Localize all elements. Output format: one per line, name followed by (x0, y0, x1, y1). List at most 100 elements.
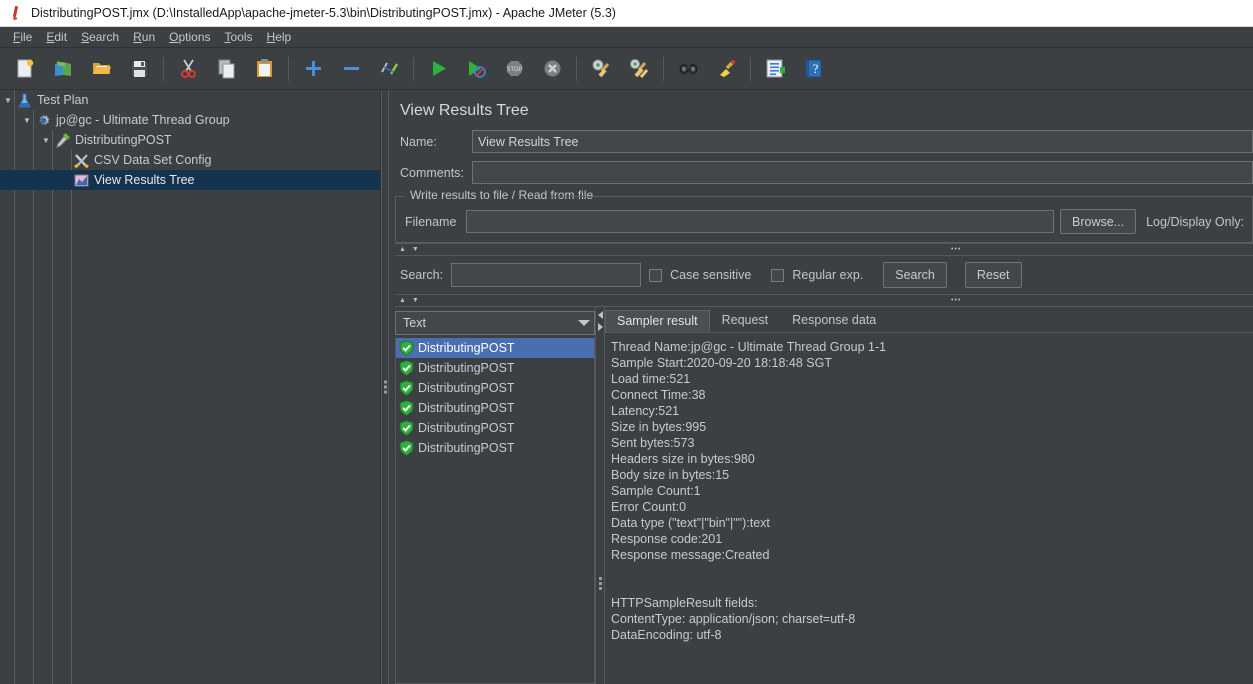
tree-node-test-plan[interactable]: ▼ Test Plan (0, 90, 380, 110)
case-sensitive-checkbox[interactable] (649, 268, 663, 282)
tree-node-view-results-tree[interactable]: View Results Tree (0, 170, 380, 190)
collapse-all-icon[interactable] (336, 54, 366, 84)
success-shield-icon (399, 420, 414, 436)
success-shield-icon (399, 440, 414, 456)
chevron-down-icon[interactable] (578, 320, 590, 326)
list-item-label: DistributingPOST (418, 421, 515, 435)
collapse-left-icon[interactable] (598, 311, 603, 319)
list-item[interactable]: DistributingPOST (396, 418, 594, 438)
stop-icon[interactable]: STOP (499, 54, 529, 84)
comments-input[interactable] (472, 161, 1253, 184)
thread-group-icon (35, 112, 52, 129)
collapse-dots-icon: ••• (951, 246, 962, 253)
list-item-label: DistributingPOST (418, 381, 515, 395)
log-display-only-label: Log/Display Only: (1146, 214, 1245, 229)
menubar: File Edit Search Run Options Tools Help (0, 27, 1253, 48)
collapse-arrows-icon[interactable]: ▲ ▼ (395, 297, 421, 304)
reset-button[interactable]: Reset (964, 262, 1022, 288)
start-no-timers-icon[interactable] (461, 54, 491, 84)
tree-node-label: DistributingPOST (75, 133, 172, 147)
search-button[interactable]: Search (883, 262, 947, 288)
new-icon[interactable] (10, 54, 40, 84)
groupbox-top-line (551, 196, 1252, 197)
list-item[interactable]: DistributingPOST (396, 438, 594, 458)
test-plan-icon (16, 92, 33, 109)
name-label: Name: (400, 134, 437, 149)
view-results-tree-icon (73, 172, 90, 189)
clear-icon[interactable] (586, 54, 616, 84)
test-plan-tree[interactable]: ▼ Test Plan ▼ jp@gc - Ultimate Thread Gr… (0, 90, 381, 684)
collapse-bar-bottom[interactable]: ▲ ▼ ••• (395, 294, 1253, 307)
name-input[interactable] (472, 130, 1253, 153)
chevron-down-icon[interactable]: ▼ (38, 136, 54, 145)
toolbar-separator (413, 56, 414, 81)
svg-text:STOP: STOP (506, 67, 522, 73)
tree-node-thread-group[interactable]: ▼ jp@gc - Ultimate Thread Group (0, 110, 380, 130)
search-icon[interactable] (673, 54, 703, 84)
collapse-arrows-icon[interactable]: ▲ ▼ (395, 246, 421, 253)
paste-icon[interactable] (249, 54, 279, 84)
clear-all-icon[interactable] (624, 54, 654, 84)
search-reset-icon[interactable] (711, 54, 741, 84)
help-icon[interactable]: ? (798, 54, 828, 84)
list-item-label: DistributingPOST (418, 361, 515, 375)
regular-exp-checkbox[interactable] (771, 268, 785, 282)
search-input[interactable] (451, 263, 642, 287)
menu-options[interactable]: Options (162, 28, 217, 46)
tree-node-http-sampler[interactable]: ▼ DistributingPOST (0, 130, 380, 150)
shutdown-icon[interactable] (537, 54, 567, 84)
browse-button[interactable]: Browse... (1060, 209, 1137, 234)
cut-icon[interactable] (173, 54, 203, 84)
menu-help[interactable]: Help (260, 28, 299, 46)
tree-guide-line (71, 150, 72, 684)
http-sampler-icon (54, 132, 71, 149)
toolbar-separator (163, 56, 164, 81)
success-shield-icon (399, 380, 414, 396)
list-item[interactable]: DistributingPOST (396, 338, 594, 358)
save-icon[interactable] (124, 54, 154, 84)
results-splitter-handle[interactable] (595, 307, 605, 684)
collapse-bar-top[interactable]: ▲ ▼ ••• (395, 243, 1253, 256)
csv-config-icon (73, 152, 90, 169)
view-results-tree-panel: View Results Tree Name: Comments: Write … (389, 90, 1253, 684)
copy-icon[interactable] (211, 54, 241, 84)
list-item[interactable]: DistributingPOST (396, 358, 594, 378)
tab-sampler-result[interactable]: Sampler result (605, 310, 710, 332)
templates-icon[interactable] (48, 54, 78, 84)
chevron-down-icon[interactable]: ▼ (19, 116, 35, 125)
list-item[interactable]: DistributingPOST (396, 378, 594, 398)
tab-response-data[interactable]: Response data (780, 309, 888, 332)
tab-request[interactable]: Request (710, 309, 781, 332)
list-item-label: DistributingPOST (418, 401, 515, 415)
splitter-grip (384, 379, 387, 396)
collapse-right-icon[interactable] (598, 323, 603, 331)
menu-tools[interactable]: Tools (218, 28, 260, 46)
renderer-selected-value: Text (403, 316, 426, 330)
sampler-result-text: Thread Name:jp@gc - Ultimate Thread Grou… (611, 340, 887, 642)
function-helper-icon[interactable] (760, 54, 790, 84)
toggle-icon[interactable] (374, 54, 404, 84)
menu-search[interactable]: Search (74, 28, 126, 46)
sample-result-list[interactable]: DistributingPOST DistributingPOST Distri… (395, 338, 595, 684)
expand-all-icon[interactable] (298, 54, 328, 84)
toolbar-separator (750, 56, 751, 81)
renderer-combobox[interactable]: Text (395, 311, 595, 335)
list-item[interactable]: DistributingPOST (396, 398, 594, 418)
tree-guide-line (52, 130, 53, 684)
menu-file[interactable]: File (6, 28, 39, 46)
main-split-pane: ▼ Test Plan ▼ jp@gc - Ultimate Thread Gr… (0, 90, 1253, 684)
tree-node-csv-data-set-config[interactable]: CSV Data Set Config (0, 150, 380, 170)
tree-node-label: View Results Tree (94, 173, 195, 187)
success-shield-icon (399, 400, 414, 416)
toolbar-separator (663, 56, 664, 81)
results-list-column: Text DistributingPOST DistributingPOST D… (395, 307, 595, 684)
menu-run[interactable]: Run (126, 28, 162, 46)
open-icon[interactable] (86, 54, 116, 84)
write-results-groupbox: Write results to file / Read from file F… (395, 188, 1253, 243)
chevron-down-icon[interactable]: ▼ (0, 96, 16, 105)
main-splitter-handle[interactable] (381, 90, 389, 684)
page-title: View Results Tree (400, 102, 529, 119)
menu-edit[interactable]: Edit (39, 28, 74, 46)
start-icon[interactable] (423, 54, 453, 84)
filename-input[interactable] (466, 210, 1054, 233)
